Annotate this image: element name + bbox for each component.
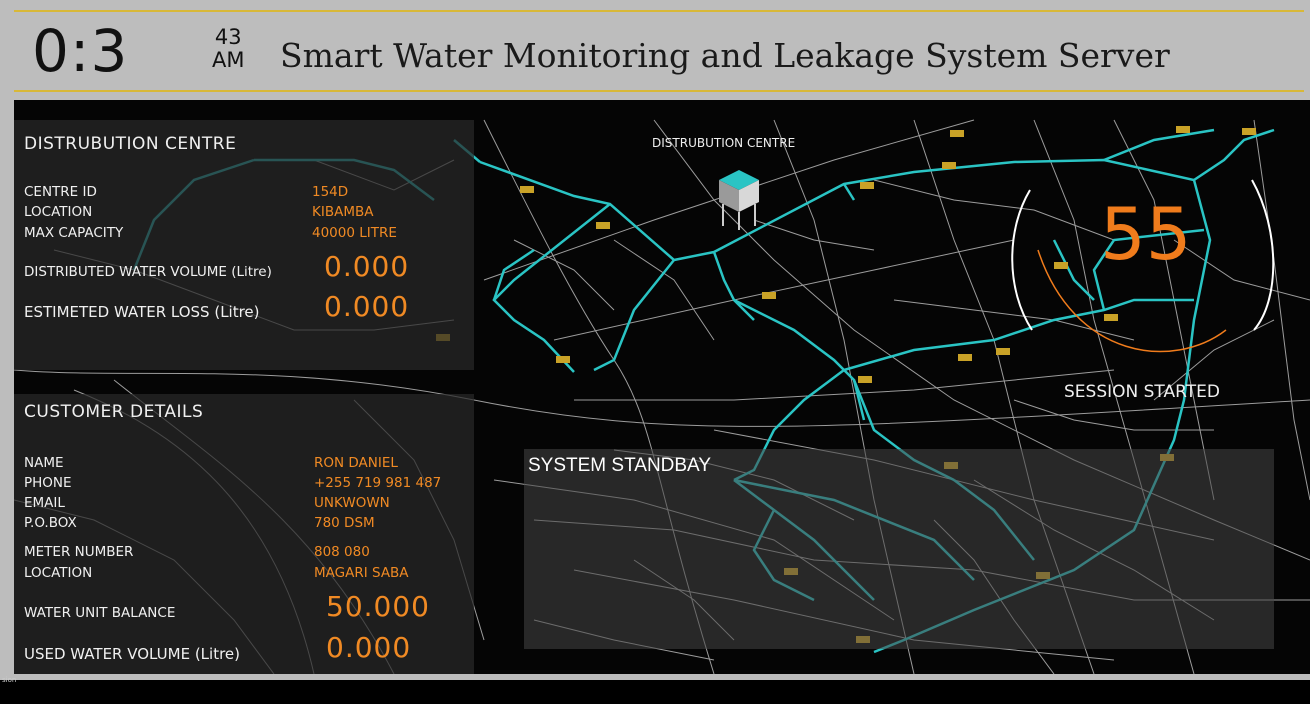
map-stage: DISTRUBUTION CENTRE 55 SESSION STARTED S… — [14, 100, 1310, 674]
clock-ampm: AM — [212, 48, 245, 73]
standby-overlay: SYSTEM STANDBAY — [524, 449, 1274, 649]
centre-id-label: CENTRE ID — [24, 184, 97, 200]
customer-title: CUSTOMER DETAILS — [24, 402, 204, 422]
header-bar: 0:3 43 AM Smart Water Monitoring and Lea… — [0, 0, 1310, 96]
pobox-value: 780 DSM — [314, 515, 375, 531]
name-value: RON DANIEL — [314, 455, 398, 471]
clock-seconds: 43 AM — [212, 25, 245, 73]
max-capacity-label: MAX CAPACITY — [24, 225, 124, 241]
water-loss-label: ESTIMETED WATER LOSS (Litre) — [24, 303, 260, 321]
distributed-volume-value: 0.000 — [324, 250, 410, 283]
footer-bar: sion — [0, 676, 1310, 704]
phone-label: PHONE — [24, 475, 72, 491]
meter-number-value: 808 080 — [314, 544, 370, 560]
meter-number-label: METER NUMBER — [24, 544, 134, 560]
centre-id-value: 154D — [312, 184, 349, 200]
email-value: UNKWOWN — [314, 495, 390, 511]
standby-text: SYSTEM STANDBAY — [528, 455, 711, 476]
distribution-panel: DISTRUBUTION CENTRE CENTRE ID 154D LOCAT… — [14, 120, 474, 370]
used-volume-value: 0.000 — [326, 631, 412, 664]
pobox-label: P.O.BOX — [24, 515, 77, 531]
header-top-rule — [14, 10, 1304, 12]
location-label: LOCATION — [24, 204, 93, 220]
page-title: Smart Water Monitoring and Leakage Syste… — [280, 36, 1170, 75]
clock-seconds-value: 43 — [214, 25, 242, 49]
session-status: SESSION STARTED — [1064, 382, 1220, 402]
location-value: KIBAMBA — [312, 204, 374, 220]
distributed-volume-label: DISTRIBUTED WATER VOLUME (Litre) — [24, 264, 272, 280]
name-label: NAME — [24, 455, 64, 471]
water-loss-value: 0.000 — [324, 290, 410, 323]
max-capacity-value: 40000 LITRE — [312, 225, 397, 241]
used-volume-label: USED WATER VOLUME (Litre) — [24, 645, 240, 663]
water-balance-label: WATER UNIT BALANCE — [24, 605, 176, 621]
phone-value: +255 719 981 487 — [314, 475, 442, 491]
footer-text: sion — [2, 676, 17, 684]
customer-location-label: LOCATION — [24, 565, 93, 581]
water-balance-value: 50.000 — [326, 590, 430, 623]
customer-panel: CUSTOMER DETAILS NAME RON DANIEL PHONE +… — [14, 394, 474, 674]
session-counter: 55 — [1100, 192, 1192, 276]
distribution-title: DISTRUBUTION CENTRE — [24, 134, 237, 154]
header-bottom-rule — [14, 90, 1304, 92]
water-tank-icon — [719, 170, 759, 230]
distribution-centre-map-label: DISTRUBUTION CENTRE — [652, 136, 796, 150]
email-label: EMAIL — [24, 495, 65, 511]
customer-location-value: MAGARI SABA — [314, 565, 409, 581]
clock-display: 0:3 — [32, 17, 129, 85]
